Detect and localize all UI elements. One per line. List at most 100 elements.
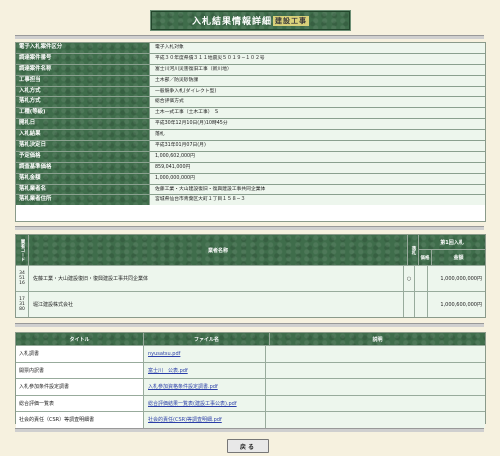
bidder-price-cell xyxy=(415,292,428,317)
bidders-col-mark: 落札 xyxy=(408,235,419,265)
bidder-mark: ○ xyxy=(404,266,415,291)
file-title: 入札調書 xyxy=(16,346,144,362)
bidders-table: 業者コード 業者名称 落札 第1回入札 価格 金額 34 51 16 佐藤工業・… xyxy=(15,234,486,318)
bidders-col-code: 業者コード xyxy=(16,235,29,265)
detail-row: 工事担当 土木部／防災砂防課 xyxy=(16,75,485,87)
file-cell: 入札参加資格条件設定調書.pdf xyxy=(144,379,266,395)
detail-row: 落札方式 総合評価方式 xyxy=(16,97,485,109)
file-cell: 総合評価結果一覧表(建設工事公表).pdf xyxy=(144,395,266,411)
file-note xyxy=(266,379,485,395)
divider xyxy=(15,226,484,230)
detail-label: 入札方式 xyxy=(16,86,150,97)
files-col-note: 説明 xyxy=(372,336,383,343)
table-row: 社会的責任（CSR）等調査明細書 社会的責任(CSR)等調査明細.pdf xyxy=(16,411,485,428)
bidders-col-amount: 金額 xyxy=(453,255,464,261)
divider xyxy=(15,428,484,432)
bidders-header: 業者コード 業者名称 落札 第1回入札 価格 金額 xyxy=(16,235,485,265)
table-row: 入札調書 nyusatsu.pdf xyxy=(16,345,485,362)
back-button[interactable]: 戻る xyxy=(227,439,269,453)
detail-row: 落札決定日 平成31年01月07日(月) xyxy=(16,141,485,152)
file-title: 総合評価一覧表 xyxy=(16,395,144,411)
detail-row: 落札業者住所 宮城県仙台市青葉区大町１丁目１５８−３ xyxy=(16,195,485,206)
table-row: 入札参加条件設定調書 入札参加資格条件設定調書.pdf xyxy=(16,378,485,395)
table-row: 17 31 80 堀江建設株式会社 1,000,600,000円 xyxy=(16,291,485,317)
detail-value: 1,000,602,000円 xyxy=(150,151,485,162)
detail-row: 入札結果 落札 xyxy=(16,130,485,142)
page-subtitle: 建設工事 xyxy=(273,15,309,26)
detail-label: 調査基準価格 xyxy=(16,162,150,173)
detail-label: 入札結果 xyxy=(16,130,150,141)
detail-value: 佐藤工業・大山建設復旧・復興建設工事共同企業体 xyxy=(150,184,485,195)
file-link[interactable]: 社会的責任(CSR)等調査明細.pdf xyxy=(144,416,222,423)
detail-value: 一般競争入札(ダイレクト型) xyxy=(150,86,485,97)
bidder-amount: 1,000,600,000円 xyxy=(440,302,482,308)
detail-row: 予定価格 1,000,602,000円 xyxy=(16,151,485,163)
file-link[interactable]: 入札参加資格条件設定調書.pdf xyxy=(144,383,218,390)
bidder-code: 34 51 16 xyxy=(16,266,29,291)
files-table: タイトル ファイル名 説明 入札調書 nyusatsu.pdf 開票内訳書 富士… xyxy=(15,332,486,428)
detail-value: 土木部／防災砂防課 xyxy=(150,75,485,86)
file-title: 入札参加条件設定調書 xyxy=(16,379,144,395)
detail-row: 調達案件番号 平成３０年度県債３１１地震災５０１９−１０２号 xyxy=(16,53,485,65)
bidders-col-sub: 価格 xyxy=(419,250,432,265)
files-col-file: ファイル名 xyxy=(144,333,270,345)
detail-value: 1,000,000,000円 xyxy=(150,173,485,184)
bidder-code: 17 31 80 xyxy=(16,292,29,317)
file-link[interactable]: 富士川 公表.pdf xyxy=(144,367,188,374)
files-header: タイトル ファイル名 説明 xyxy=(16,333,485,345)
detail-label: 落札決定日 xyxy=(16,141,150,151)
detail-value: 平成31年01月07日(月) xyxy=(150,141,485,151)
bidders-group-label: 第1回入札 xyxy=(419,235,485,250)
bidders-subheaders: 価格 金額 xyxy=(419,250,485,265)
detail-value: 落札 xyxy=(150,130,485,141)
bidders-col-group: 第1回入札 価格 金額 xyxy=(419,235,485,265)
detail-table: 電子入札案件区分 電子入札対象 調達案件番号 平成３０年度県債３１１地震災５０１９−… xyxy=(15,42,486,222)
detail-row: 調査基準価格 859,041,000円 xyxy=(16,162,485,174)
page-title: 入札結果情報詳細 建設工事 xyxy=(150,10,351,31)
detail-label: 調達案件番号 xyxy=(16,53,150,64)
file-link[interactable]: 総合評価結果一覧表(建設工事公表).pdf xyxy=(144,400,237,407)
bidder-amount: 1,000,000,000円 xyxy=(440,276,482,282)
detail-label: 工種(等級) xyxy=(16,108,150,119)
bidder-price-cell xyxy=(415,266,428,291)
divider xyxy=(15,323,484,327)
detail-label: 電子入札案件区分 xyxy=(16,43,150,53)
detail-row: 落札業者名 佐藤工業・大山建設復旧・復興建設工事共同企業体 xyxy=(16,184,485,196)
table-row: 総合評価一覧表 総合評価結果一覧表(建設工事公表).pdf xyxy=(16,394,485,412)
detail-label: 落札業者住所 xyxy=(16,195,150,206)
detail-value: 平成30年12月10日(月)10時45分 xyxy=(150,119,485,130)
detail-row: 工種(等級) 土木一式工事（土木工事） S xyxy=(16,108,485,120)
detail-row: 調達案件名称 富士川河川災害復旧工事（新川地） xyxy=(16,64,485,76)
file-note xyxy=(266,346,485,362)
detail-value: 859,041,000円 xyxy=(150,162,485,173)
detail-label: 工事担当 xyxy=(16,75,150,86)
detail-value: 宮城県仙台市青葉区大町１丁目１５８−３ xyxy=(150,195,485,206)
detail-row: 入札方式 一般競争入札(ダイレクト型) xyxy=(16,86,485,98)
detail-label: 開札日 xyxy=(16,119,150,130)
detail-value: 富士川河川災害復旧工事（新川地） xyxy=(150,64,485,75)
file-title: 開票内訳書 xyxy=(16,362,144,378)
file-link[interactable]: nyusatsu.pdf xyxy=(144,351,180,357)
detail-label: 落札金額 xyxy=(16,173,150,184)
file-cell: nyusatsu.pdf xyxy=(144,346,266,362)
bidder-name: 堀江建設株式会社 xyxy=(29,292,404,317)
detail-label: 予定価格 xyxy=(16,151,150,162)
file-cell: 社会的責任(CSR)等調査明細.pdf xyxy=(144,412,266,428)
detail-value: 平成３０年度県債３１１地震災５０１９−１０２号 xyxy=(150,53,485,64)
bidders-col-name: 業者名称 xyxy=(29,235,408,265)
detail-label: 落札業者名 xyxy=(16,184,150,195)
detail-value: 総合評価方式 xyxy=(150,97,485,108)
bidder-mark xyxy=(404,292,415,317)
detail-label: 落札方式 xyxy=(16,97,150,108)
files-col-title: タイトル xyxy=(16,333,144,345)
detail-row: 開札日 平成30年12月10日(月)10時45分 xyxy=(16,119,485,131)
bidder-name: 佐藤工業・大山建設復旧・復興建設工事共同企業体 xyxy=(29,266,404,291)
detail-row: 電子入札案件区分 電子入札対象 xyxy=(16,43,485,54)
file-note xyxy=(266,363,485,379)
file-cell: 富士川 公表.pdf xyxy=(144,362,266,378)
detail-label: 調達案件名称 xyxy=(16,64,150,75)
file-note xyxy=(266,412,485,428)
detail-value: 土木一式工事（土木工事） S xyxy=(150,108,485,119)
file-note xyxy=(266,396,485,412)
detail-value: 電子入札対象 xyxy=(150,43,485,53)
